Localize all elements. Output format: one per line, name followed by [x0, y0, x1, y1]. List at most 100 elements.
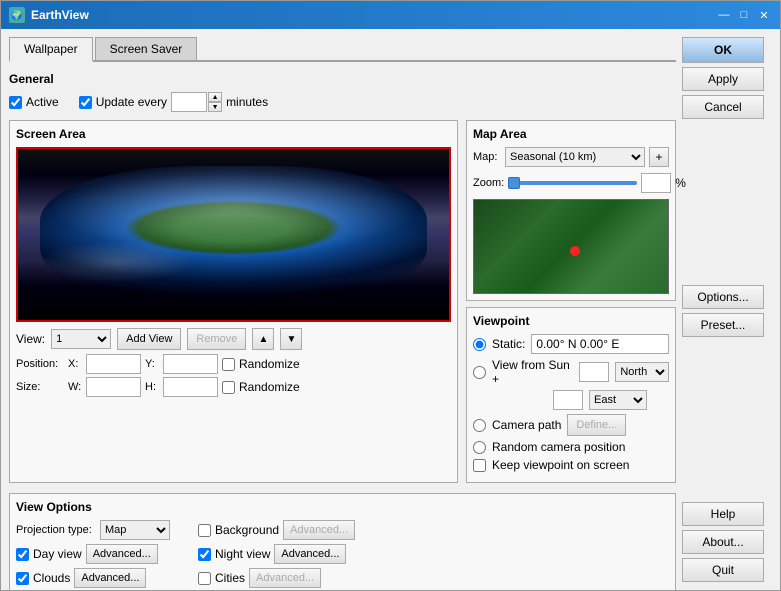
- projection-select[interactable]: Map Sphere Flat: [100, 520, 170, 540]
- map-location-dot: [570, 246, 580, 256]
- zoom-slider[interactable]: [508, 181, 637, 185]
- east-select[interactable]: East West: [589, 390, 647, 410]
- view-controls: View: 1 Add View Remove ▲ ▼: [16, 328, 451, 350]
- position-label: Position:: [16, 358, 64, 370]
- update-label: Update every: [96, 95, 167, 109]
- remove-button[interactable]: Remove: [187, 328, 246, 350]
- right-button-panel: OK Apply Cancel Options... Preset... Hel…: [682, 37, 772, 582]
- spin-down-button[interactable]: ▼: [208, 102, 222, 112]
- spin-up-button[interactable]: ▲: [208, 92, 222, 102]
- zoom-input[interactable]: 1: [641, 173, 671, 193]
- keep-viewpoint-label: Keep viewpoint on screen: [492, 458, 629, 472]
- x-label: X:: [68, 358, 82, 370]
- map-area-panel: Map Area Map: Seasonal (10 km) + Zoom: 1: [466, 120, 676, 301]
- window-controls: — □ ✕: [716, 7, 772, 23]
- zoom-label: Zoom:: [473, 177, 504, 189]
- panels-row: Screen Area 1 View: 1: [9, 120, 676, 483]
- w-input[interactable]: 1920: [86, 377, 141, 397]
- sun-degree-input[interactable]: 0°: [579, 362, 609, 382]
- day-view-row: Day view Advanced...: [16, 544, 170, 564]
- size-row: Size: W: 1920 H: 1080 Randomize: [16, 377, 451, 397]
- h-input[interactable]: 1080: [163, 377, 218, 397]
- sun-radio[interactable]: [473, 366, 486, 379]
- add-view-button[interactable]: Add View: [117, 328, 181, 350]
- map-area-title: Map Area: [473, 127, 669, 141]
- about-button[interactable]: About...: [682, 530, 764, 554]
- randomize2-checkbox[interactable]: [222, 381, 235, 394]
- cities-checkbox[interactable]: [198, 572, 211, 585]
- general-controls: Active Update every 10 ▲ ▼ minutes: [9, 90, 676, 114]
- preset-button[interactable]: Preset...: [682, 313, 764, 337]
- app-icon: 🌍: [9, 7, 25, 23]
- map-plus-button[interactable]: +: [649, 147, 669, 167]
- main-window: 🌍 EarthView — □ ✕ Wallpaper Screen Saver…: [0, 0, 781, 591]
- update-value-input[interactable]: 10: [171, 92, 207, 112]
- y-input[interactable]: 0: [163, 354, 218, 374]
- map-select[interactable]: Seasonal (10 km): [505, 147, 645, 167]
- earth-clouds: [40, 166, 428, 303]
- view-select[interactable]: 1: [51, 329, 111, 349]
- content-area: Wallpaper Screen Saver General Active Up…: [1, 29, 780, 590]
- east-degree-input[interactable]: 0°: [553, 390, 583, 410]
- minimize-button[interactable]: —: [716, 7, 732, 23]
- keep-viewpoint-checkbox[interactable]: [473, 459, 486, 472]
- cancel-button[interactable]: Cancel: [682, 95, 764, 119]
- position-row: Position: X: 0 Y: 0 Randomize: [16, 354, 451, 374]
- update-spinner: 10 ▲ ▼: [171, 92, 222, 112]
- day-view-label: Day view: [33, 547, 82, 561]
- clouds-label: Clouds: [33, 571, 70, 585]
- random-camera-radio[interactable]: [473, 441, 486, 454]
- static-label: Static:: [492, 337, 525, 351]
- arrow-up-button[interactable]: ▲: [252, 328, 274, 350]
- spacer2: [682, 341, 772, 499]
- update-checkbox-row: Update every 10 ▲ ▼ minutes: [79, 92, 268, 112]
- apply-button[interactable]: Apply: [682, 67, 764, 91]
- earth-preview: [18, 149, 449, 320]
- spinner-buttons: ▲ ▼: [208, 92, 222, 112]
- randomize2-label: Randomize: [239, 380, 300, 394]
- clouds-adv-button[interactable]: Advanced...: [74, 568, 146, 588]
- options-button[interactable]: Options...: [682, 285, 764, 309]
- north-select[interactable]: North South: [615, 362, 669, 382]
- randomize1-checkbox[interactable]: [222, 358, 235, 371]
- camera-path-row: Camera path Define...: [473, 414, 669, 436]
- cities-adv-button[interactable]: Advanced...: [249, 568, 321, 588]
- map-land: [474, 200, 668, 293]
- static-radio[interactable]: [473, 338, 486, 351]
- update-checkbox[interactable]: [79, 96, 92, 109]
- day-view-adv-button[interactable]: Advanced...: [86, 544, 158, 564]
- maximize-button[interactable]: □: [736, 7, 752, 23]
- night-view-adv-button[interactable]: Advanced...: [274, 544, 346, 564]
- day-view-checkbox[interactable]: [16, 548, 29, 561]
- screen-preview: 1: [16, 147, 451, 322]
- zoom-row: Zoom: 1 %: [473, 173, 669, 193]
- general-section: General Active Update every 10 ▲ ▼: [9, 72, 676, 114]
- tab-screensaver[interactable]: Screen Saver: [95, 37, 198, 60]
- right-panels: Map Area Map: Seasonal (10 km) + Zoom: 1: [466, 120, 676, 483]
- night-view-label: Night view: [215, 547, 270, 561]
- clouds-checkbox[interactable]: [16, 572, 29, 585]
- active-checkbox[interactable]: [9, 96, 22, 109]
- tab-wallpaper[interactable]: Wallpaper: [9, 37, 93, 62]
- static-row: Static: 0.00° N 0.00° E: [473, 334, 669, 354]
- w-label: W:: [68, 381, 82, 393]
- active-label: Active: [26, 95, 59, 109]
- quit-button[interactable]: Quit: [682, 558, 764, 582]
- night-view-checkbox[interactable]: [198, 548, 211, 561]
- camera-path-radio[interactable]: [473, 419, 486, 432]
- x-input[interactable]: 0: [86, 354, 141, 374]
- close-button[interactable]: ✕: [756, 7, 772, 23]
- randomize1-label: Randomize: [239, 357, 300, 371]
- screen-area-title: Screen Area: [16, 127, 451, 141]
- camera-path-label: Camera path: [492, 418, 561, 432]
- map-row: Map: Seasonal (10 km) +: [473, 147, 669, 167]
- ok-button[interactable]: OK: [682, 37, 764, 63]
- background-checkbox[interactable]: [198, 524, 211, 537]
- help-button[interactable]: Help: [682, 502, 764, 526]
- active-checkbox-row: Active: [9, 95, 59, 109]
- arrow-down-button[interactable]: ▼: [280, 328, 302, 350]
- keep-viewpoint-row: Keep viewpoint on screen: [473, 458, 669, 472]
- background-adv-button[interactable]: Advanced...: [283, 520, 355, 540]
- define-button[interactable]: Define...: [567, 414, 626, 436]
- cities-label: Cities: [215, 571, 245, 585]
